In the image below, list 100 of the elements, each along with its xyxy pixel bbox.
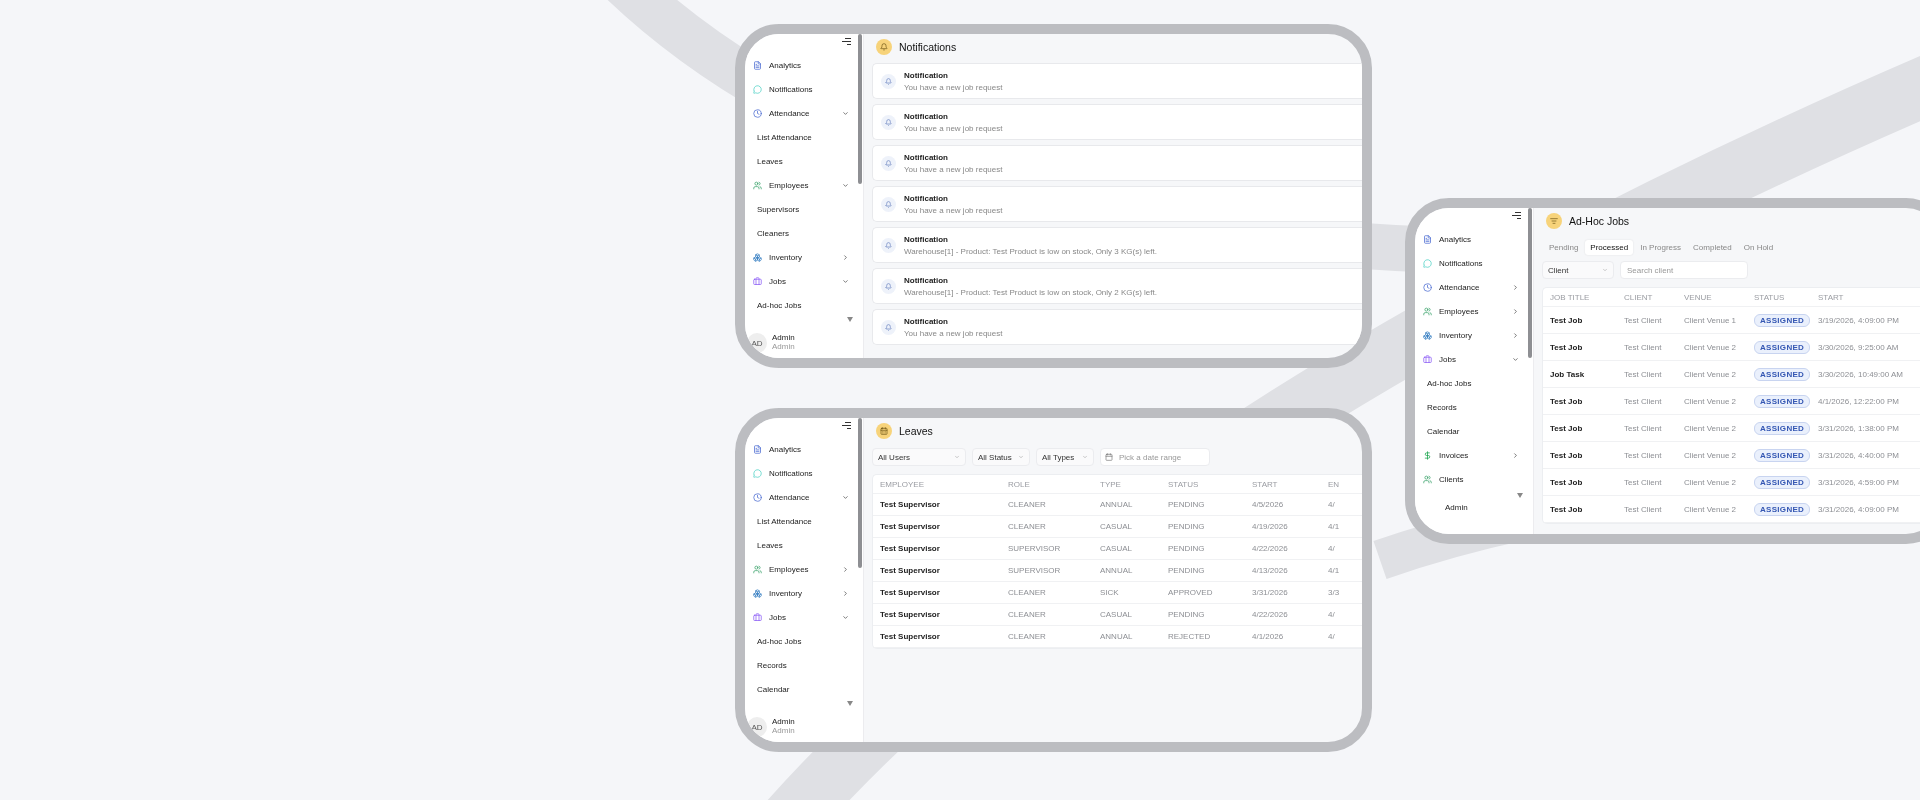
table-cell-text: CASUAL (1100, 522, 1133, 531)
chevron-down-icon (954, 454, 960, 460)
sidebar-subitem[interactable]: List Attendance (745, 125, 857, 149)
sidebar-item[interactable]: Jobs (1415, 347, 1527, 371)
table-cell-text: CLEANER (1008, 588, 1047, 597)
table-cell-text: Test Job (1550, 396, 1584, 406)
chevron-down-icon (1018, 454, 1024, 460)
table-cell-text: Client Venue 1 (1684, 315, 1738, 325)
chevron-down-icon (1082, 454, 1088, 460)
notification-card[interactable]: Notification You have a new job request (872, 145, 1362, 181)
sidebar-item[interactable]: Notifications (1415, 251, 1527, 275)
table-cell-text: Test Job (1550, 423, 1584, 433)
sidebar-item[interactable]: Jobs (745, 269, 857, 293)
menu-icon[interactable] (842, 422, 851, 429)
select-field[interactable]: All Types (1036, 448, 1094, 466)
sidebar-item[interactable]: Analytics (1415, 227, 1527, 251)
sidebar-item[interactable]: Employees (745, 173, 857, 197)
notification-title: Notification (904, 152, 949, 162)
chevron-down-icon (1512, 355, 1519, 363)
sidebar-item[interactable]: Jobs (745, 605, 857, 629)
user-name: Admin (772, 334, 795, 343)
notification-title: Notification (904, 193, 949, 203)
notification-message: You have a new job request (904, 82, 1003, 92)
bell-icon (885, 323, 892, 331)
sidebar-subitem[interactable]: Records (745, 653, 857, 677)
status-badge: ASSIGNED (1754, 394, 1811, 408)
column-header: EMPLOYEE (880, 479, 925, 489)
table-cell-text: 3/30/2026, 10:49:00 AM (1818, 369, 1904, 379)
chevron-right-icon (1512, 307, 1519, 315)
status-tab[interactable]: In Progress (1635, 240, 1687, 255)
table-cell-text: SICK (1100, 588, 1120, 597)
notification-card[interactable]: Notification Warehouse[1] - Product: Test Product is low on stock, Only 2 KG(s) left. (872, 268, 1362, 304)
notification-message: You have a new job request (904, 205, 1003, 215)
table-cell-text: CLEANER (1008, 610, 1047, 619)
sidebar-subitem[interactable]: Ad-hoc Jobs (1415, 371, 1527, 395)
select-field[interactable]: All Status (972, 448, 1030, 466)
status-tab[interactable]: Pending (1544, 240, 1584, 255)
menu-icon[interactable] (1512, 212, 1521, 219)
sidebar-item[interactable]: Notifications (745, 461, 857, 485)
search-field[interactable]: Search client (1620, 261, 1748, 279)
status-tab[interactable]: Completed (1688, 240, 1737, 255)
table-cell-text: CLEANER (1008, 632, 1047, 641)
bell-icon (885, 118, 892, 126)
scrollbar-thumb[interactable] (1528, 208, 1532, 358)
sidebar-subitem[interactable]: Supervisors (745, 197, 857, 221)
notification-card[interactable]: Notification You have a new job request (872, 63, 1362, 99)
sidebar-item[interactable]: Inventory (1415, 323, 1527, 347)
scrollbar-thumb[interactable] (858, 418, 862, 568)
notification-card[interactable]: Notification Warehouse[1] - Product: Test Product is low on stock, Only 3 KG(s) left. (872, 227, 1362, 263)
sidebar-subitem[interactable]: Records (1415, 395, 1527, 419)
status-tab[interactable]: On Hold (1738, 240, 1779, 255)
table-cell-text: PENDING (1168, 610, 1206, 619)
sidebar-item[interactable]: Clients (1415, 467, 1527, 491)
table-cell-text: 3/31/2026, 4:09:00 PM (1818, 504, 1900, 514)
table-cell-text: Client Venue 2 (1684, 504, 1738, 514)
sidebar-subitem[interactable]: List Attendance (745, 509, 857, 533)
select-field[interactable]: All Users (872, 448, 966, 466)
sidebar-item[interactable]: Inventory (745, 581, 857, 605)
chevron-right-icon (1512, 331, 1519, 339)
document-icon (1423, 234, 1432, 244)
sidebar-subitem[interactable]: Leaves (745, 533, 857, 557)
sidebar-item[interactable]: Notifications (745, 77, 857, 101)
chat-bubble-icon (753, 84, 762, 94)
table-cell-text: 3/30/2026, 9:25:00 AM (1818, 342, 1900, 352)
notification-card[interactable]: Notification You have a new job request (872, 309, 1362, 345)
table-cell-text: 4/ (1328, 610, 1336, 619)
table-cell-text: Test Job (1550, 315, 1584, 325)
sidebar-subitem[interactable]: Cleaners (745, 221, 857, 245)
column-header: JOB TITLE (1550, 292, 1591, 302)
sidebar-item[interactable]: Employees (745, 557, 857, 581)
sidebar-item[interactable]: Analytics (745, 437, 857, 461)
scrollbar-thumb[interactable] (858, 34, 862, 184)
page-title: Notifications (899, 41, 957, 53)
table-cell-text: 4/13/2026 (1252, 566, 1289, 575)
sidebar-item[interactable]: Analytics (745, 53, 857, 77)
notification-card[interactable]: Notification You have a new job request (872, 104, 1362, 140)
sidebar-item[interactable]: Attendance (745, 485, 857, 509)
sidebar-item[interactable]: Attendance (1415, 275, 1527, 299)
sidebar-subitem[interactable]: Calendar (745, 677, 857, 701)
date-range-field[interactable]: Pick a date range (1100, 448, 1210, 466)
menu-icon[interactable] (842, 38, 851, 45)
column-header: START (1252, 479, 1279, 489)
table-cell-text: REJECTED (1168, 632, 1212, 641)
chevron-right-icon (1512, 283, 1519, 291)
sidebar-item[interactable]: Attendance (745, 101, 857, 125)
sidebar-subitem[interactable]: Leaves (745, 149, 857, 173)
table-cell-text: SUPERVISOR (1008, 566, 1062, 575)
sidebar-subitem[interactable]: Ad-hoc Jobs (745, 629, 857, 653)
sidebar-item[interactable]: Inventory (745, 245, 857, 269)
notification-card[interactable]: Notification You have a new job request (872, 186, 1362, 222)
notification-message: You have a new job request (904, 328, 1003, 338)
table-cell-text: Client Venue 2 (1684, 369, 1738, 379)
status-tab[interactable]: Processed (1585, 240, 1634, 255)
select-field[interactable]: Client (1542, 261, 1614, 279)
sidebar-subitem[interactable]: Calendar (1415, 419, 1527, 443)
sidebar-item[interactable]: Invoices (1415, 443, 1527, 467)
sidebar-item[interactable]: Employees (1415, 299, 1527, 323)
table-cell-text: 3/3 (1328, 588, 1341, 597)
table-cell-text: Test Job (1550, 342, 1584, 352)
sidebar-subitem[interactable]: Ad-hoc Jobs (745, 293, 857, 317)
